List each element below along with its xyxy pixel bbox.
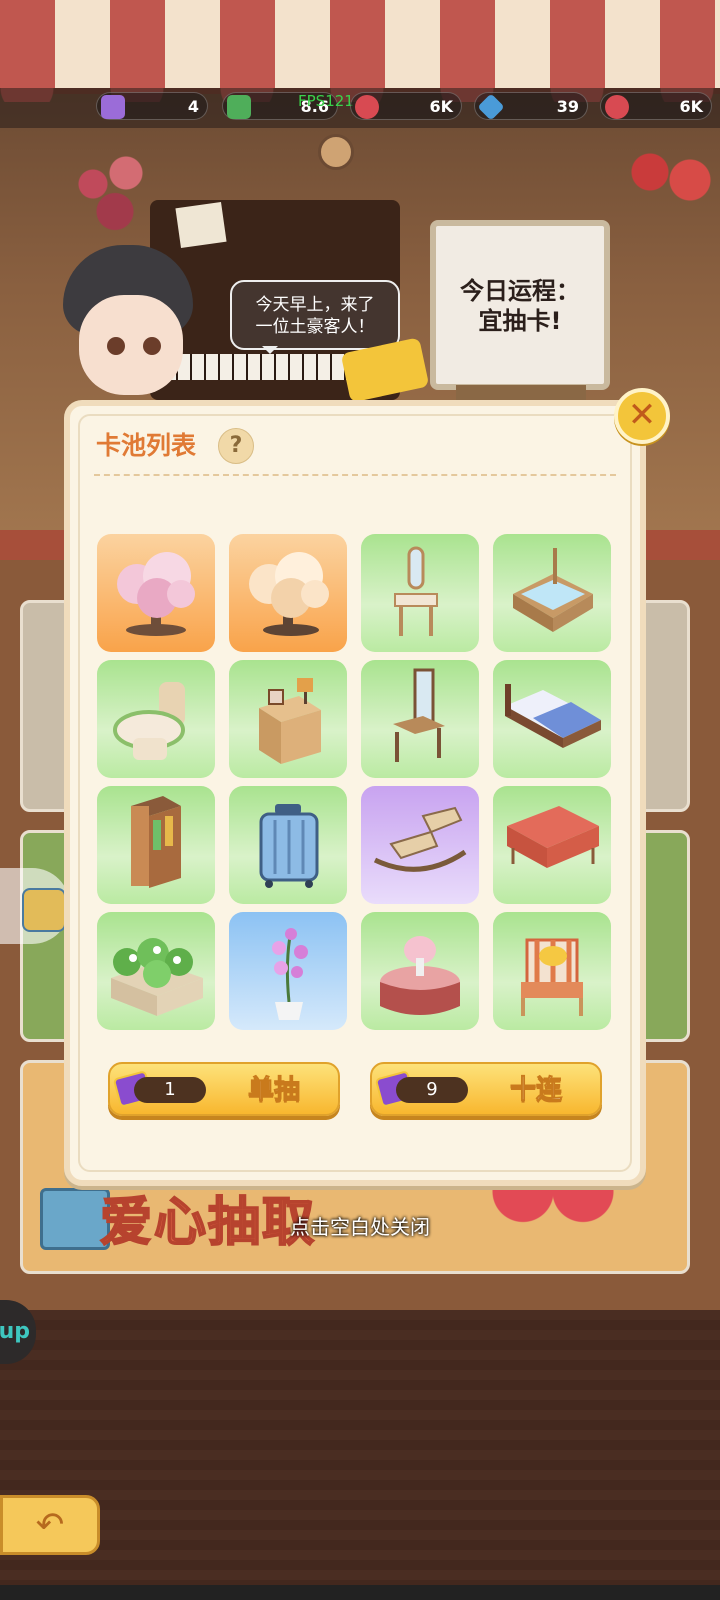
help-button[interactable]: ?	[218, 428, 254, 464]
cream-blossom-tree-icon	[249, 552, 329, 636]
item-rocking-chair[interactable]	[361, 786, 479, 904]
pink-blossom-tree-icon	[117, 552, 195, 636]
item-orchid-pot[interactable]	[229, 912, 347, 1030]
title-divider	[94, 474, 616, 476]
item-wardrobe[interactable]	[97, 786, 215, 904]
item-round-flower-table[interactable]	[361, 912, 479, 1030]
ten-draw-count: 9	[396, 1077, 468, 1103]
item-nightstand-lamp[interactable]	[229, 660, 347, 778]
suitcase-icon	[259, 804, 319, 888]
armchair-icon	[521, 938, 583, 1016]
ten-draw-button[interactable]: 9 十连	[370, 1062, 602, 1116]
item-dressing-table[interactable]	[361, 660, 479, 778]
wardrobe-icon	[131, 796, 181, 888]
bathtub-icon	[513, 548, 593, 632]
close-hint-text[interactable]: 点击空白处关闭	[0, 1211, 720, 1240]
flower-planter-icon	[111, 938, 203, 1016]
item-red-sofa[interactable]	[493, 786, 611, 904]
close-icon[interactable]: ✕	[614, 388, 670, 444]
modal-title: 卡池列表	[96, 431, 197, 460]
single-draw-button[interactable]: 1 单抽	[108, 1062, 340, 1116]
item-wooden-bathtub[interactable]	[493, 534, 611, 652]
card-pool-modal: 卡池列表 ? 1 单抽 9 十连	[64, 400, 646, 1186]
nightstand-icon	[259, 678, 321, 764]
orchid-icon	[272, 928, 308, 1020]
item-blue-suitcase[interactable]	[229, 786, 347, 904]
single-draw-count: 1	[134, 1077, 206, 1103]
item-flower-planter[interactable]	[97, 912, 215, 1030]
bed-icon	[505, 684, 601, 748]
toilet-icon	[113, 682, 185, 760]
item-vanity-mirror-stand[interactable]	[361, 534, 479, 652]
single-draw-label: 单抽	[247, 1075, 300, 1106]
item-cream-blossom-tree[interactable]	[229, 534, 347, 652]
item-pink-blossom-tree[interactable]	[97, 534, 215, 652]
item-striped-armchair[interactable]	[493, 912, 611, 1030]
rocking-chair-icon	[373, 806, 467, 872]
item-double-bed[interactable]	[493, 660, 611, 778]
dressing-table-icon	[393, 668, 445, 762]
ten-draw-label: 十连	[509, 1075, 562, 1106]
item-toilet[interactable]	[97, 660, 215, 778]
sofa-icon	[507, 806, 599, 868]
vanity-mirror-icon	[394, 546, 438, 636]
round-table-icon	[380, 936, 460, 1015]
